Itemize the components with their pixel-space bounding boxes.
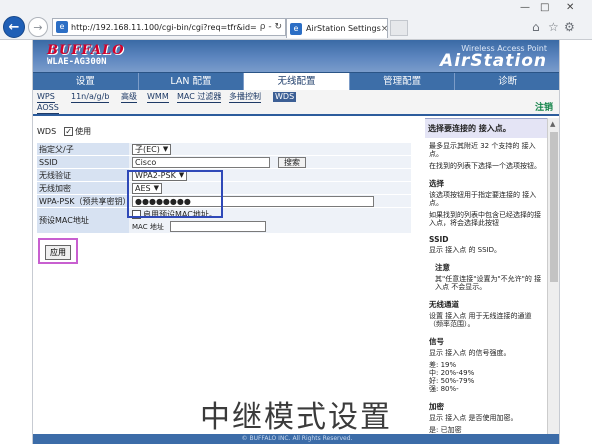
ssid-label: SSID xyxy=(37,156,129,168)
signal-level: 差: 19% xyxy=(429,361,457,369)
apply-button[interactable]: 应用 xyxy=(45,245,71,260)
preset-mac-label: 预设MAC地址 xyxy=(37,208,129,233)
help-channel-text: 设置 接入点 用于无线连接的通道（频率范围）。 xyxy=(429,312,532,328)
site-favicon-icon: e xyxy=(56,21,68,33)
chevron-down-icon: ▼ xyxy=(162,145,169,153)
browser-chrome: ← → e http://192.168.11.100/cgi-bin/cgi?… xyxy=(0,0,592,40)
encryption-label: 无线加密 xyxy=(37,182,129,194)
ssid-row: SSID Cisco 搜索 xyxy=(37,156,411,169)
new-tab-button[interactable] xyxy=(390,20,408,36)
psk-label: WPA-PSK（预共享密钥） xyxy=(37,195,129,207)
header-banner: BUFFALO WLAE-AG300N Wireless Access Poin… xyxy=(33,40,559,72)
preset-mac-row: 预设MAC地址 启用预设MAC地址。 MAC 地址 xyxy=(37,208,411,234)
wds-row: WDS ✓ 使用 xyxy=(37,126,91,137)
tab-favicon-icon: e xyxy=(290,22,302,35)
signal-level: 好: 50%-79% xyxy=(429,377,475,385)
submenu-wmm[interactable]: WMM xyxy=(147,92,169,103)
role-select-value: 子(EC) xyxy=(135,144,160,154)
annotation-highlight-box xyxy=(127,170,223,218)
help-select-text-2: 如果找到的列表中包含已经选择的接入点，将会选择此按钮 xyxy=(429,211,541,227)
encryption-row: 无线加密 AES ▼ xyxy=(37,182,411,195)
main-menu: 设置 LAN 配置 无线配置 管理配置 诊断 xyxy=(33,72,559,90)
submenu-mac-filter[interactable]: MAC 过滤器 xyxy=(177,92,222,103)
close-window-button[interactable]: ✕ xyxy=(566,2,574,13)
minimize-button[interactable]: — xyxy=(520,2,530,13)
role-row: 指定父/子 子(EC) ▼ xyxy=(37,143,411,156)
role-select[interactable]: 子(EC) ▼ xyxy=(132,143,172,155)
maximize-button[interactable]: □ xyxy=(540,2,549,13)
help-ssid-text: 显示 接入点 的 SSID。 xyxy=(429,246,502,254)
address-bar[interactable]: e http://192.168.11.100/cgi-bin/cgi?req=… xyxy=(52,18,286,36)
wds-form: 指定父/子 子(EC) ▼ SSID Cisco 搜索 无线验证 WPA2-PSK… xyxy=(37,143,411,234)
auth-label: 无线验证 xyxy=(37,169,129,181)
forward-button[interactable]: → xyxy=(28,17,48,37)
menu-setup[interactable]: 设置 xyxy=(33,73,139,90)
home-icon[interactable]: ⌂ xyxy=(532,20,540,34)
router-page: BUFFALO WLAE-AG300N Wireless Access Poin… xyxy=(32,40,560,444)
psk-row: WPA-PSK（预共享密钥） ●●●●●●●● xyxy=(37,195,411,208)
submenu-11n[interactable]: 11n/a/g/b xyxy=(71,92,110,103)
tab-title: AirStation Settings xyxy=(306,24,381,33)
scroll-up-icon[interactable]: ▲ xyxy=(550,120,555,128)
role-label: 指定父/子 xyxy=(37,143,129,155)
mac-address-input[interactable] xyxy=(169,221,266,232)
help-intro-1: 最多显示其附近 32 个支持的 接入点。 xyxy=(429,142,536,158)
back-button[interactable]: ← xyxy=(3,16,25,38)
menu-wireless[interactable]: 无线配置 xyxy=(244,73,350,90)
buffalo-logo: BUFFALO xyxy=(47,43,125,58)
help-note-heading: 注意 xyxy=(435,263,450,272)
help-select-text-1: 该选项按钮用于指定要连接的 接入点。 xyxy=(429,191,537,207)
help-note-text: 其"任意连接"设置为"不允许"的 接入点 不会显示。 xyxy=(435,275,542,291)
favorites-star-icon[interactable]: ☆ xyxy=(548,20,559,34)
airstation-logo: AirStation xyxy=(440,51,547,71)
help-select-heading: 选择 xyxy=(429,179,444,188)
wds-enable-checkbox[interactable]: ✓ xyxy=(64,127,74,136)
tab-close-icon[interactable]: × xyxy=(381,24,389,34)
model-name: WLAE-AG300N xyxy=(47,57,107,67)
submenu-wds[interactable]: WDS xyxy=(273,92,297,102)
scrollbar-thumb[interactable] xyxy=(550,132,558,282)
ssid-input[interactable]: Cisco xyxy=(132,156,270,168)
address-controls[interactable]: ρ - ↻ xyxy=(260,22,282,32)
menu-diagnostic[interactable]: 诊断 xyxy=(455,73,559,90)
overlay-caption: 中继模式设置 xyxy=(200,400,392,435)
help-signal-text: 显示 接入点 的信号强度。 xyxy=(429,349,511,357)
help-title: 选择要连接的 接入点。 xyxy=(425,118,547,138)
help-channel-heading: 无线通道 xyxy=(429,300,459,309)
submenu-advanced[interactable]: 高级 xyxy=(121,92,137,103)
submenu-aoss[interactable]: AOSS xyxy=(37,103,59,114)
submenu-wps[interactable]: WPS xyxy=(37,92,55,103)
annotation-apply-box: 应用 xyxy=(38,238,78,264)
submenu-multicast[interactable]: 多播控制 xyxy=(229,92,261,103)
signal-level: 中: 20%-49% xyxy=(429,369,475,377)
gear-icon[interactable]: ⚙ xyxy=(564,20,575,34)
screen: ← → e http://192.168.11.100/cgi-bin/cgi?… xyxy=(0,0,592,444)
url-text[interactable]: http://192.168.11.100/cgi-bin/cgi?req=tf… xyxy=(71,23,257,32)
mac-address-label: MAC 地址 xyxy=(132,222,164,231)
wds-enable-label: 使用 xyxy=(75,127,92,136)
help-ssid-heading: SSID xyxy=(429,235,449,244)
menu-admin[interactable]: 管理配置 xyxy=(350,73,456,90)
help-intro-2: 在找到的列表下选择一个选项按钮。 xyxy=(429,162,541,170)
auth-row: 无线验证 WPA2-PSK ▼ xyxy=(37,169,411,182)
search-button[interactable]: 搜索 xyxy=(278,156,306,168)
logout-link[interactable]: 注销 xyxy=(535,100,553,113)
browser-tab[interactable]: e AirStation Settings × xyxy=(286,18,388,38)
help-signal-heading: 信号 xyxy=(429,337,444,346)
sub-menu: WPS 11n/a/g/b 高级 WMM MAC 过滤器 多播控制 WDS AO… xyxy=(33,90,559,116)
wds-label: WDS xyxy=(37,127,57,136)
menu-lan[interactable]: LAN 配置 xyxy=(139,73,245,90)
